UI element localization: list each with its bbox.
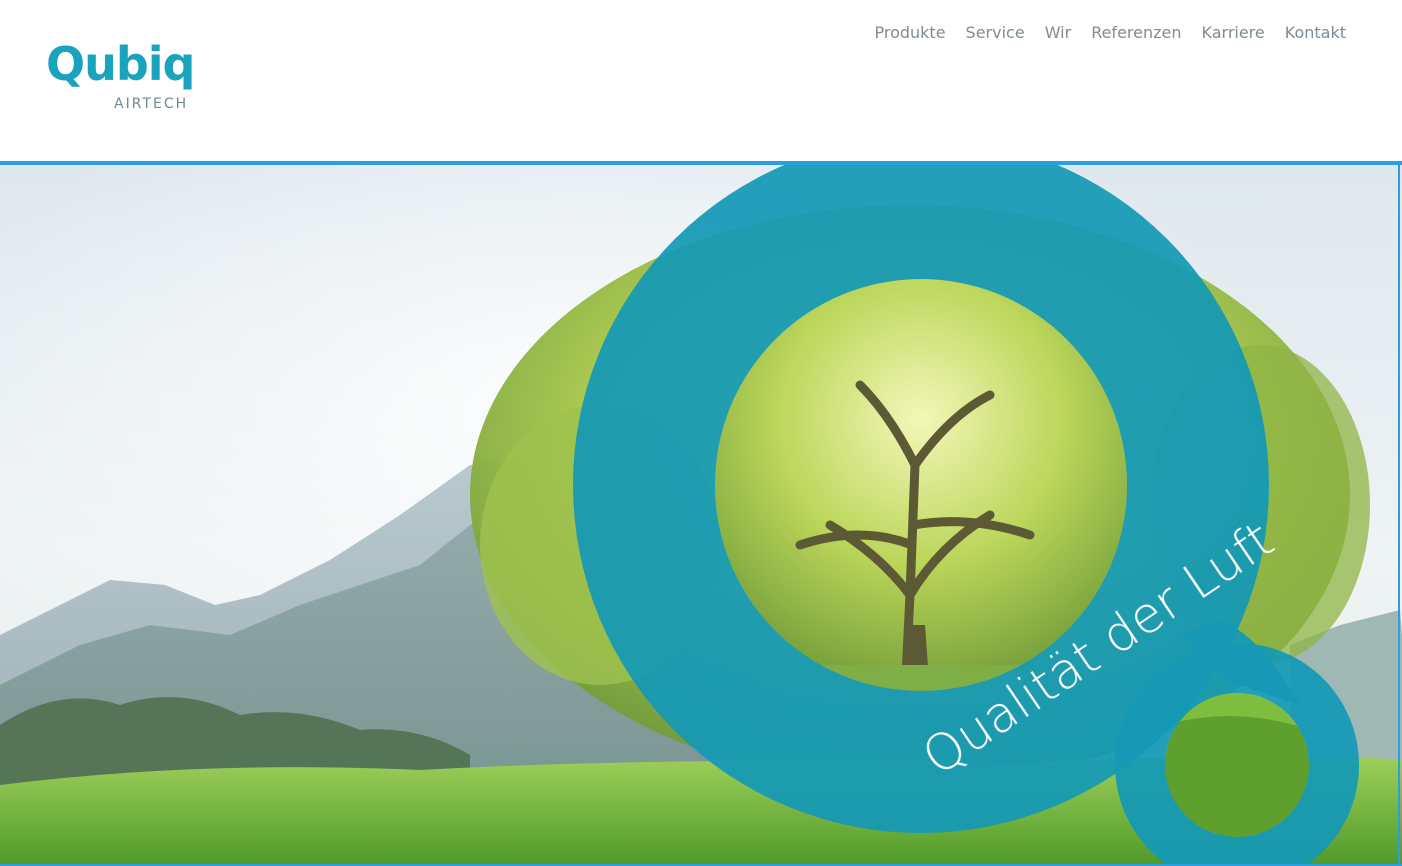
nav-item-wir[interactable]: Wir xyxy=(1035,20,1082,46)
nav-item-karriere[interactable]: Karriere xyxy=(1192,20,1275,46)
hero-frame-right xyxy=(1398,165,1400,866)
nav-item-referenzen[interactable]: Referenzen xyxy=(1081,20,1191,46)
hero-illustration: Qualität der Luft xyxy=(0,165,1402,866)
nav-item-produkte[interactable]: Produkte xyxy=(864,20,955,46)
site-header: Qubiq AIRTECH Produkte Service Wir Refer… xyxy=(0,0,1402,161)
brand-logo[interactable]: Qubiq AIRTECH xyxy=(46,38,226,118)
hero-banner: Qualität der Luft xyxy=(0,165,1402,866)
logo-wordmark: Qubiq xyxy=(46,37,195,91)
page: Qubiq AIRTECH Produkte Service Wir Refer… xyxy=(0,0,1402,866)
main-navigation: Produkte Service Wir Referenzen Karriere… xyxy=(864,20,1346,46)
logo-subtitle: AIRTECH xyxy=(114,96,189,112)
nav-item-service[interactable]: Service xyxy=(956,20,1035,46)
nav-item-kontakt[interactable]: Kontakt xyxy=(1275,20,1346,46)
